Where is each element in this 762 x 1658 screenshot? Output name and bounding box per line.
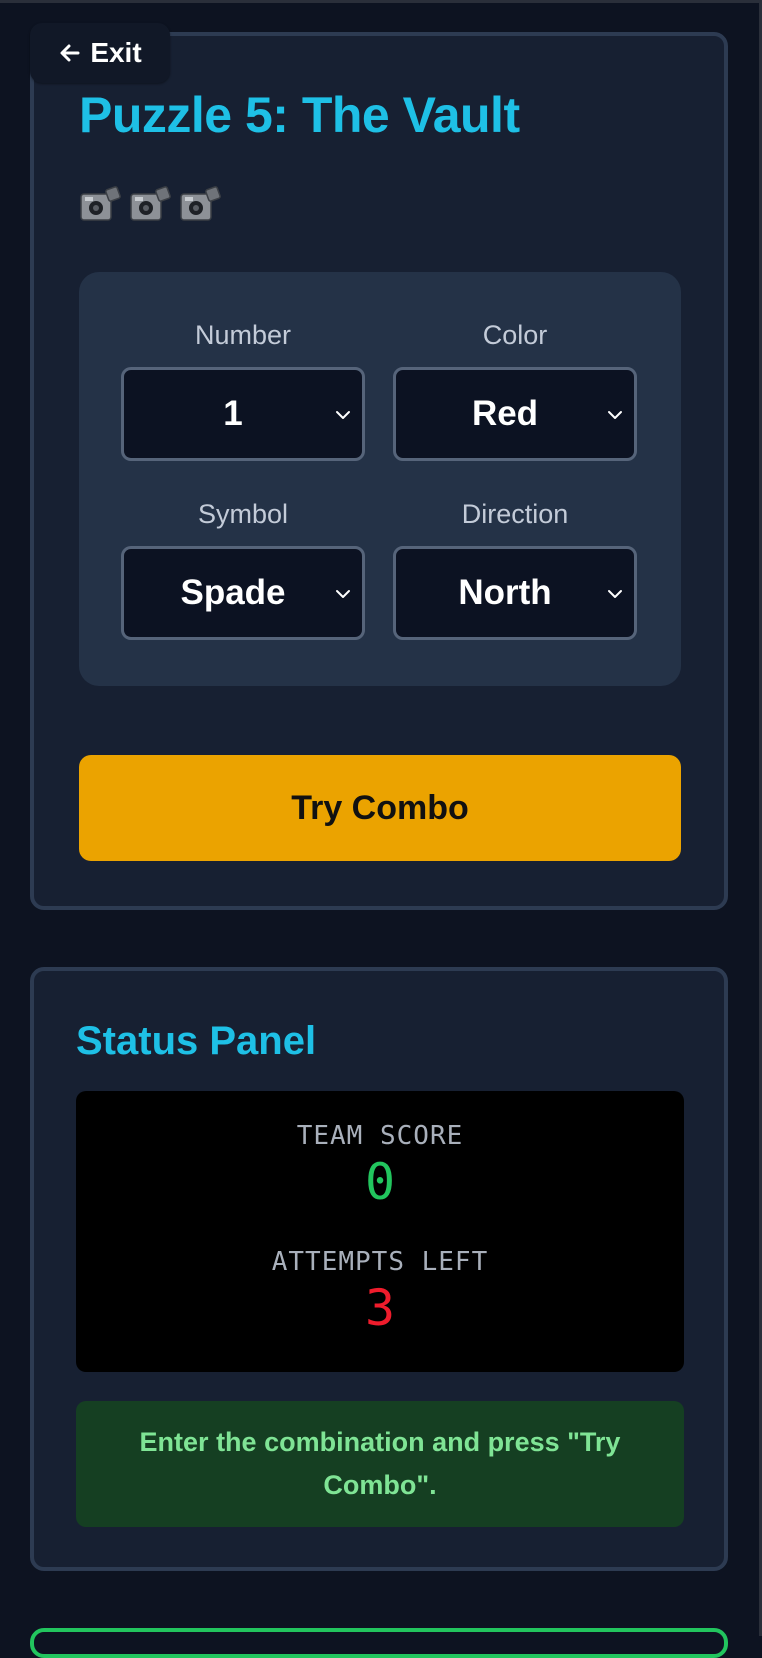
chevron-down-icon (608, 411, 622, 419)
direction-select-value: North (458, 573, 552, 612)
window-frame-top (0, 0, 762, 3)
symbol-select-value: Spade (180, 573, 286, 612)
chevron-down-icon (336, 590, 350, 598)
team-score-value: 0 (364, 1153, 396, 1211)
attempts-left-label: ATTEMPTS LEFT (271, 1247, 489, 1277)
status-panel: Status Panel TEAM SCORE 0 ATTEMPTS LEFT … (30, 967, 728, 1571)
symbol-select[interactable]: Spade (121, 546, 365, 640)
puzzle-panel: Puzzle 5: The Vault Number 1 Color Red S… (30, 32, 728, 910)
puzzle-title: Puzzle 5: The Vault (79, 87, 520, 143)
color-select-value: Red (471, 394, 539, 433)
chevron-down-icon (608, 590, 622, 598)
video-camera-icon (180, 186, 221, 221)
exit-label: Exit (90, 37, 142, 68)
number-label: Number (194, 320, 292, 350)
number-select-value: 1 (223, 394, 243, 433)
exit-button[interactable]: Exit (30, 23, 170, 83)
video-camera-icon (80, 186, 121, 221)
combination-form: Number 1 Color Red Symbol Spade Directio… (79, 272, 681, 686)
attempts-left-value: 3 (364, 1279, 396, 1337)
arrow-left-icon (60, 44, 80, 62)
color-label: Color (482, 320, 548, 350)
symbol-label: Symbol (197, 499, 289, 529)
direction-select[interactable]: North (393, 546, 637, 640)
direction-label: Direction (461, 499, 569, 529)
team-score-label: TEAM SCORE (296, 1121, 464, 1151)
chevron-down-icon (336, 411, 350, 419)
next-panel (30, 1628, 728, 1658)
try-combo-button[interactable]: Try Combo (79, 755, 681, 861)
video-camera-icon (130, 186, 171, 221)
color-select[interactable]: Red (393, 367, 637, 461)
camera-icons (79, 184, 221, 224)
scoreboard: TEAM SCORE 0 ATTEMPTS LEFT 3 (76, 1091, 684, 1372)
status-panel-title: Status Panel (76, 1019, 317, 1063)
status-message: Enter the combination and press "Try Com… (76, 1401, 684, 1527)
number-select[interactable]: 1 (121, 367, 365, 461)
